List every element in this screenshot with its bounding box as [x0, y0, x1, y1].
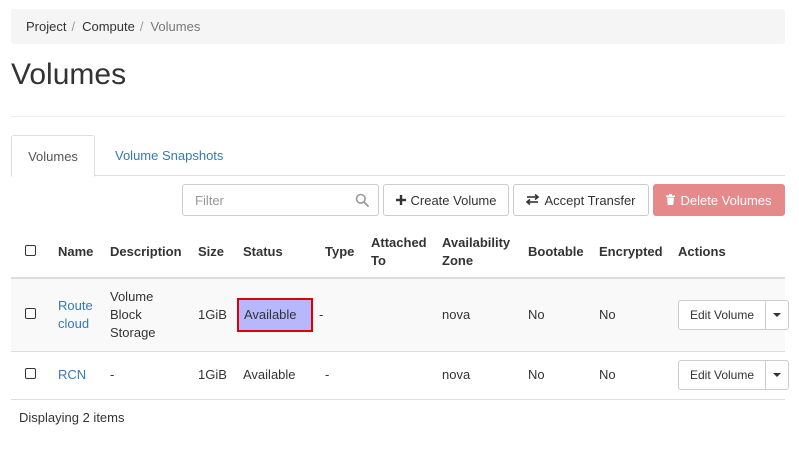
header-availability-zone[interactable]: Availability Zone — [436, 226, 522, 279]
status-highlight: Available — [237, 297, 313, 332]
header-encrypted[interactable]: Encrypted — [593, 226, 672, 279]
filter-input[interactable] — [183, 185, 343, 215]
description-line1: Volume — [110, 288, 154, 304]
search-icon[interactable] — [355, 193, 369, 207]
filter-box — [182, 184, 379, 216]
breadcrumb-compute[interactable]: Compute — [82, 19, 135, 34]
volumes-table: Name Description Size Status Type Attach… — [11, 226, 789, 400]
type-cell: - — [319, 278, 365, 352]
actions-dropdown-toggle[interactable] — [765, 299, 789, 330]
attached-cell — [365, 351, 436, 400]
attached-cell — [365, 278, 436, 352]
breadcrumb-separator: / — [71, 19, 76, 34]
accept-transfer-label: Accept Transfer — [544, 192, 636, 208]
page-title: Volumes — [11, 58, 127, 91]
status-cell: Available — [237, 351, 319, 400]
edit-volume-button[interactable]: Edit Volume — [678, 299, 766, 330]
header-status[interactable]: Status — [237, 226, 319, 279]
header-attached-line1: Attached — [371, 234, 427, 250]
actions-dropdown-toggle[interactable] — [765, 360, 789, 390]
tab-bar: Volumes Volume Snapshots — [11, 135, 785, 177]
header-bootable[interactable]: Bootable — [522, 226, 593, 279]
breadcrumb-volumes: Volumes — [150, 19, 201, 34]
encrypted-cell: No — [593, 278, 672, 352]
description-cell: Volume Block Storage — [104, 278, 192, 352]
table-row: Route cloud Volume Block Storage 1GiB Av… — [11, 278, 789, 352]
bootable-cell: No — [522, 278, 593, 352]
delete-volumes-button[interactable]: Delete Volumes — [653, 184, 785, 216]
breadcrumb: Project / Compute / Volumes — [11, 9, 785, 44]
encrypted-cell: No — [593, 351, 672, 400]
description-cell: - — [104, 351, 192, 400]
accept-transfer-button[interactable]: Accept Transfer — [513, 184, 649, 216]
action-button-group: Edit Volume — [678, 299, 789, 330]
breadcrumb-project[interactable]: Project — [26, 19, 66, 34]
table-row: RCN - 1GiB Available - nova No No Edit V… — [11, 351, 789, 400]
header-type[interactable]: Type — [319, 226, 365, 279]
edit-volume-button[interactable]: Edit Volume — [678, 360, 766, 390]
exchange-icon — [526, 193, 540, 208]
zone-cell: nova — [436, 351, 522, 400]
volume-name-cell: RCN — [52, 351, 104, 400]
header-zone-line2: Zone — [442, 252, 474, 268]
caret-down-icon — [773, 373, 781, 377]
header-attached-line2: To — [371, 252, 386, 268]
plus-icon — [395, 193, 406, 208]
size-cell: 1GiB — [192, 278, 237, 352]
actions-cell: Edit Volume — [672, 278, 789, 352]
volume-name-link[interactable]: RCN — [58, 367, 86, 382]
trash-icon — [666, 193, 676, 208]
create-volume-label: Create Volume — [410, 192, 497, 208]
header-description[interactable]: Description — [104, 226, 192, 279]
type-cell: - — [319, 351, 365, 400]
header-attached-to[interactable]: Attached To — [365, 226, 436, 279]
bootable-cell: No — [522, 351, 593, 400]
delete-volumes-label: Delete Volumes — [680, 192, 772, 208]
breadcrumb-separator: / — [139, 19, 144, 34]
volume-name-link[interactable]: Route cloud — [58, 297, 98, 333]
size-cell: 1GiB — [192, 351, 237, 400]
status-cell: Available — [237, 278, 319, 352]
header-actions: Actions — [672, 226, 785, 279]
title-divider — [11, 116, 785, 117]
zone-cell: nova — [436, 278, 522, 352]
volume-name-line2: cloud — [58, 315, 90, 331]
table-header-row: Name Description Size Status Type Attach… — [11, 226, 785, 279]
description-line3: Storage — [110, 324, 156, 340]
action-button-group: Edit Volume — [678, 360, 789, 390]
tab-volumes[interactable]: Volumes — [11, 135, 95, 177]
header-zone-line1: Availability — [442, 234, 511, 250]
select-all-checkbox[interactable] — [25, 244, 36, 256]
actions-cell: Edit Volume — [672, 351, 789, 400]
item-count: Displaying 2 items — [19, 410, 125, 425]
header-size[interactable]: Size — [192, 226, 237, 279]
tab-volume-snapshots[interactable]: Volume Snapshots — [99, 135, 239, 176]
description-line2: Block — [110, 306, 142, 322]
row-checkbox[interactable] — [25, 307, 36, 319]
row-checkbox[interactable] — [25, 368, 36, 379]
volume-name-line1: Route — [58, 297, 93, 313]
volume-name-cell: Route cloud — [52, 278, 104, 352]
header-name[interactable]: Name — [52, 226, 104, 279]
caret-down-icon — [773, 312, 781, 317]
create-volume-button[interactable]: Create Volume — [383, 184, 509, 216]
